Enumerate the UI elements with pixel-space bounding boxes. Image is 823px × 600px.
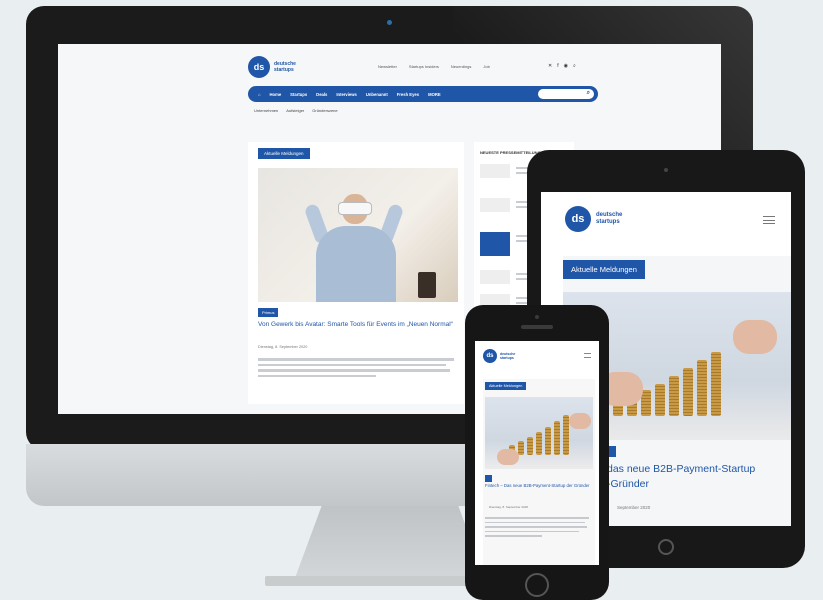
twitter-icon[interactable]: ✕ xyxy=(548,63,552,69)
section-label: Aktuelle Meldungen xyxy=(563,260,645,279)
article-headline[interactable]: Fintech – Das neue B2B-Payment-Startup d… xyxy=(485,483,593,489)
hamburger-menu-icon[interactable] xyxy=(763,216,775,224)
nav-item[interactable]: Home xyxy=(270,92,282,97)
main-column: Aktuelle Meldungen Primus Von Gewerk bis… xyxy=(248,142,464,404)
logo-name: deutsche startups xyxy=(500,352,516,360)
hamburger-menu-icon[interactable] xyxy=(584,353,591,358)
hand-icon xyxy=(569,413,591,429)
nav-item[interactable]: MORE xyxy=(428,92,441,97)
home-icon[interactable]: ⌂ xyxy=(258,92,261,97)
phone-device: ds deutsche startups Aktuelle Meldungen … xyxy=(465,305,609,600)
camera-icon xyxy=(387,20,392,25)
top-links: Newsletter Startups Insiders Neuerdings … xyxy=(378,64,490,69)
subnav-item[interactable]: Gründerszene xyxy=(312,108,337,113)
site-logo[interactable]: ds deutsche startups xyxy=(565,206,636,232)
home-button[interactable] xyxy=(658,539,674,555)
cup-icon xyxy=(418,272,436,298)
imac-stand xyxy=(295,506,485,578)
site-logo[interactable]: ds deutsche startups xyxy=(483,349,524,363)
search-icon[interactable]: ⌕ xyxy=(573,63,576,69)
search-input[interactable]: Suche ⌕ xyxy=(538,89,594,99)
article-image[interactable] xyxy=(258,168,458,302)
article-meta: Dienstag, 8. September 2020 xyxy=(258,345,308,349)
logo-name: deutsche startups xyxy=(274,61,296,73)
top-link[interactable]: Newsletter xyxy=(378,64,397,69)
social-icons: ✕ f ◉ ⌕ xyxy=(548,63,576,69)
section-label: Aktuelle Meldungen xyxy=(485,382,527,390)
top-link[interactable]: Neuerdings xyxy=(451,64,471,69)
hand-icon xyxy=(733,320,777,354)
phone-screen: ds deutsche startups Aktuelle Meldungen … xyxy=(475,341,599,565)
search-icon[interactable]: ⌕ xyxy=(587,90,590,97)
article-excerpt xyxy=(485,517,589,540)
rss-icon[interactable]: ◉ xyxy=(564,63,568,69)
main-navigation: ⌂ Home Startups Deals Interviews Unbenan… xyxy=(248,86,598,102)
speaker-icon xyxy=(521,325,553,329)
logo-name: deutsche startups xyxy=(596,212,623,225)
vr-headset-icon xyxy=(338,202,372,215)
hand-icon xyxy=(497,449,519,465)
article-meta: Dienstag, 8. September 2020 xyxy=(489,505,529,509)
top-link[interactable]: Startups Insiders xyxy=(409,64,439,69)
logo-icon: ds xyxy=(248,56,270,78)
logo-icon: ds xyxy=(483,349,497,363)
article-excerpt xyxy=(258,358,454,380)
nav-item[interactable]: Interviews xyxy=(336,92,356,97)
nav-item[interactable]: Unbenannt xyxy=(366,92,388,97)
section-label: Aktuelle Meldungen xyxy=(258,148,310,159)
camera-icon xyxy=(535,315,539,319)
category-tag[interactable] xyxy=(485,475,492,482)
top-link[interactable]: Job xyxy=(483,64,489,69)
logo-icon: ds xyxy=(565,206,591,232)
nav-item[interactable]: Startups xyxy=(290,92,307,97)
subnav-item[interactable]: Unternehmen xyxy=(254,108,278,113)
camera-icon xyxy=(664,168,668,172)
nav-item[interactable]: Deals xyxy=(316,92,327,97)
site-logo[interactable]: ds deutsche startups xyxy=(248,56,308,78)
facebook-icon[interactable]: f xyxy=(557,63,558,69)
category-tag[interactable]: Primus xyxy=(258,308,279,317)
search-placeholder: Suche xyxy=(543,91,556,96)
home-button[interactable] xyxy=(525,573,549,597)
article-headline[interactable]: Von Gewerk bis Avatar: Smarte Tools für … xyxy=(258,320,458,329)
sub-navigation: Unternehmen Aufsteiger Gründerszene xyxy=(254,108,338,113)
article-image[interactable] xyxy=(485,397,593,469)
nav-item[interactable]: Fresh Eyes xyxy=(397,92,419,97)
subnav-item[interactable]: Aufsteiger xyxy=(286,108,304,113)
